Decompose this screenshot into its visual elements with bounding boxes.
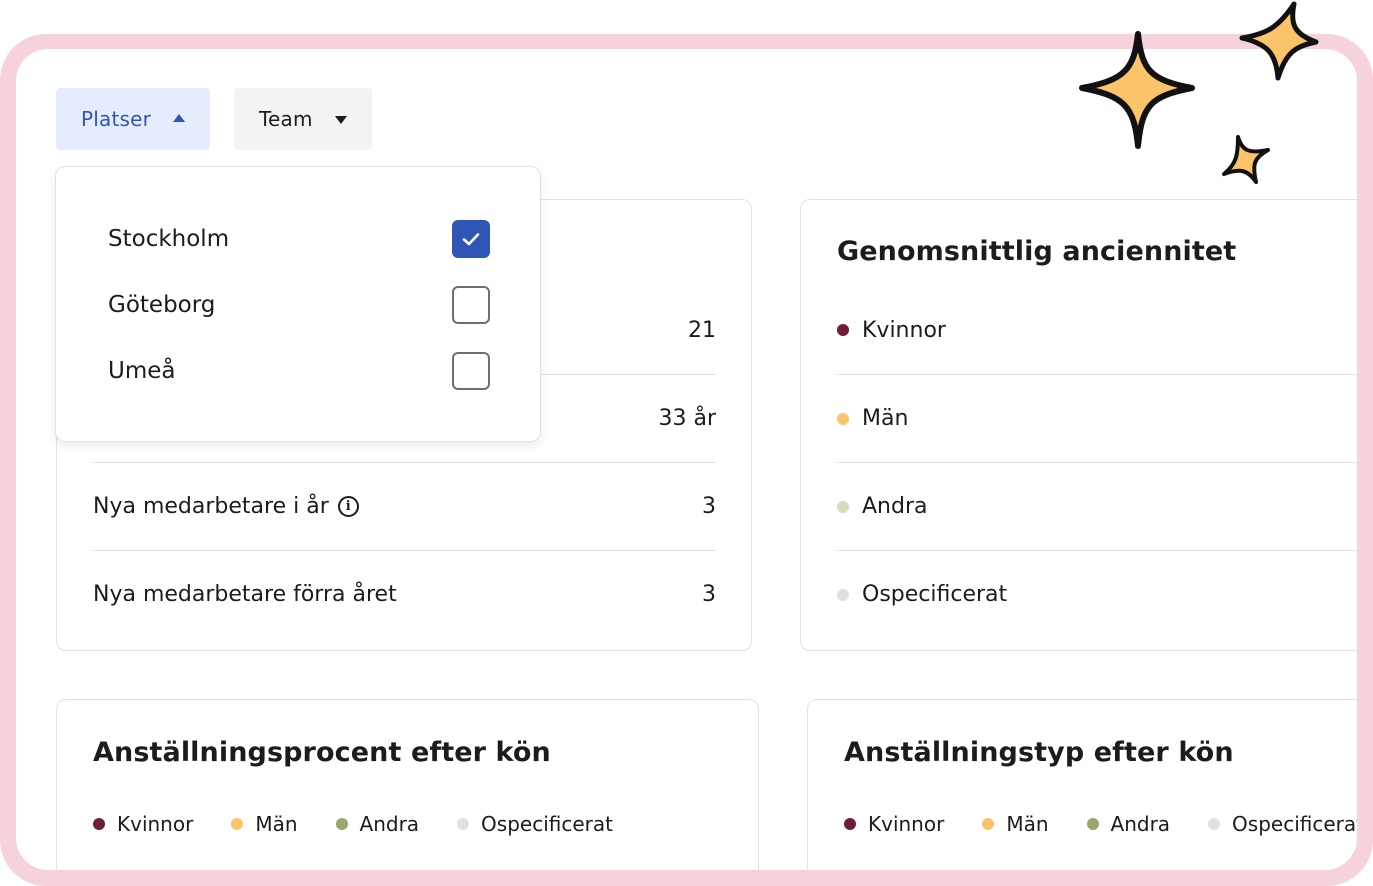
seniority-row-label: Kvinnor: [862, 317, 946, 343]
option-label: Stockholm: [108, 226, 230, 252]
legend-label: Andra: [359, 812, 420, 836]
seniority-card-title: Genomsnittlig anciennitet: [837, 236, 1237, 267]
man-dot: [231, 818, 244, 830]
app-screen: Platser Team 21 33 år Nya medarbetare i …: [16, 49, 1357, 870]
legend-label: Ospecificerat: [1232, 812, 1357, 836]
stats-row-value: 21: [688, 317, 716, 343]
legend-item-kvinnor: Kvinnor: [844, 812, 944, 836]
legend-label: Ospecificerat: [481, 812, 613, 836]
seniority-card: Genomsnittlig anciennitet Kvinnor Män An…: [800, 199, 1357, 651]
employment-percent-title: Anställningsprocent efter kön: [93, 737, 551, 768]
option-label: Umeå: [108, 358, 176, 384]
legend-item-man: Män: [231, 812, 298, 836]
caret-down-icon: [335, 116, 347, 124]
team-filter-button[interactable]: Team: [234, 88, 372, 150]
platser-filter-label: Platser: [81, 107, 152, 131]
legend-item-man: Män: [982, 812, 1049, 836]
employment-percent-card: Anställningsprocent efter kön Kvinnor Mä…: [56, 699, 759, 870]
seniority-row-man: Män: [837, 374, 1357, 462]
sparkle-icon: [1222, 135, 1270, 184]
stats-row-value: 3: [702, 582, 716, 607]
check-icon: [462, 233, 480, 246]
caret-up-icon: [173, 114, 185, 122]
legend-label: Kvinnor: [117, 812, 194, 836]
option-label: Göteborg: [108, 292, 216, 318]
stats-row-value: 3: [702, 494, 716, 519]
sparkle-icon: [1079, 31, 1195, 149]
legend-item-ospecificerat: Ospecificerat: [457, 812, 613, 836]
legend-label: Kvinnor: [868, 812, 945, 836]
legend-label: Män: [255, 812, 298, 836]
employment-type-card: Anställningstyp efter kön Kvinnor Män An…: [807, 699, 1357, 870]
stats-row: Nya medarbetare förra året 3: [93, 550, 716, 638]
sparkle-icon: [1239, 1, 1319, 81]
andra-dot: [1086, 818, 1099, 830]
dropdown-option-stockholm[interactable]: Stockholm: [108, 219, 490, 259]
employment-percent-legend: Kvinnor Män Andra Ospecificerat: [93, 812, 651, 836]
stats-row: Nya medarbetare i år i 3: [93, 462, 716, 550]
legend-item-andra: Andra: [335, 812, 420, 836]
checkbox-unchecked[interactable]: [452, 352, 490, 390]
info-icon[interactable]: i: [337, 496, 359, 517]
checkbox-unchecked[interactable]: [452, 286, 490, 324]
stats-row-label: Nya medarbetare förra året: [93, 582, 397, 607]
stats-row-label: Nya medarbetare i år: [93, 494, 329, 519]
stats-row-value: 33 år: [658, 406, 716, 431]
checkbox-checked[interactable]: [452, 220, 490, 258]
man-dot: [837, 412, 849, 425]
legend-label: Andra: [1110, 812, 1171, 836]
legend-item-ospecificerat: Ospecificerat: [1208, 812, 1357, 836]
ospecificerat-dot: [837, 588, 849, 601]
kvinnor-dot: [837, 324, 849, 336]
andra-dot: [837, 500, 849, 513]
team-filter-label: Team: [259, 107, 313, 131]
kvinnor-dot: [93, 818, 105, 830]
andra-dot: [335, 818, 348, 830]
seniority-row-ospecificerat: Ospecificerat: [837, 550, 1357, 638]
seniority-row-kvinnor: Kvinnor: [837, 286, 1357, 374]
seniority-row-andra: Andra: [837, 462, 1357, 550]
stats-row-label-wrap: Nya medarbetare i år i: [93, 494, 359, 519]
kvinnor-dot: [844, 818, 856, 830]
employment-type-title: Anställningstyp efter kön: [844, 737, 1234, 768]
dropdown-option-umea[interactable]: Umeå: [108, 351, 490, 391]
ospecificerat-dot: [457, 818, 470, 830]
legend-item-kvinnor: Kvinnor: [93, 812, 193, 836]
ospecificerat-dot: [1208, 818, 1221, 830]
seniority-row-label: Män: [862, 406, 909, 431]
platser-filter-button[interactable]: Platser: [56, 88, 210, 150]
legend-item-andra: Andra: [1086, 812, 1171, 836]
employment-type-legend: Kvinnor Män Andra Ospecificerat: [844, 812, 1357, 836]
seniority-row-label: Ospecificerat: [862, 582, 1008, 607]
seniority-row-label: Andra: [862, 494, 928, 519]
man-dot: [982, 818, 995, 830]
platser-dropdown: Stockholm Göteborg Umeå: [55, 166, 541, 442]
dropdown-option-goteborg[interactable]: Göteborg: [108, 285, 490, 325]
legend-label: Män: [1006, 812, 1049, 836]
